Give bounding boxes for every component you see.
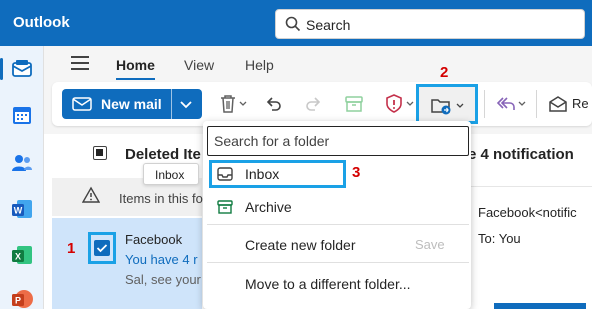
folder-search-input[interactable]: [214, 133, 454, 149]
move-folder-icon: [431, 96, 467, 119]
menu-item-label: Archive: [245, 199, 292, 215]
report-icon[interactable]: [384, 94, 416, 117]
svg-text:P: P: [15, 296, 21, 306]
search-box[interactable]: Search: [275, 9, 585, 39]
reply-all-icon[interactable]: [494, 94, 528, 117]
undo-icon[interactable]: [264, 94, 284, 117]
tooltip-text: Inbox: [155, 168, 185, 182]
people-icon[interactable]: [11, 152, 33, 174]
warning-icon: [81, 186, 101, 207]
excel-icon[interactable]: X: [11, 244, 33, 266]
split-divider: [171, 89, 172, 119]
tab-home[interactable]: Home: [116, 57, 155, 80]
new-mail-label: New mail: [101, 96, 162, 112]
search-icon: [285, 16, 301, 35]
folder-search-field[interactable]: [207, 126, 469, 156]
toolbar-divider: [484, 90, 485, 118]
hamburger-menu-icon[interactable]: [71, 56, 89, 74]
step-2-marker: 2: [440, 64, 449, 81]
redo-icon: [303, 94, 323, 117]
menu-item-archive[interactable]: Archive: [207, 192, 469, 222]
move-to-button[interactable]: [416, 84, 478, 124]
svg-text:X: X: [15, 252, 21, 262]
toolbar-divider: [536, 90, 537, 118]
reply-button-label[interactable]: Re: [572, 96, 589, 111]
step-1-marker: 1: [67, 240, 76, 257]
chevron-down-icon[interactable]: [179, 97, 193, 114]
reading-pane-button[interactable]: [494, 303, 586, 309]
select-all-checkbox[interactable]: [93, 146, 107, 160]
menu-divider: [207, 262, 469, 263]
menu-item-inbox[interactable]: Inbox: [207, 159, 469, 189]
message-checkbox[interactable]: [94, 240, 110, 256]
folder-title: Deleted Ite: [125, 146, 201, 163]
archive-icon[interactable]: [344, 94, 364, 117]
archive-icon: [217, 199, 233, 218]
menu-divider: [207, 224, 469, 225]
calendar-icon[interactable]: [11, 104, 33, 126]
mail-icon[interactable]: [11, 58, 33, 80]
create-new-folder[interactable]: Create new folder: [245, 237, 356, 253]
envelope-icon: [72, 97, 92, 114]
reading-pane-from: Facebook<notific: [478, 205, 577, 220]
app-title: Outlook: [13, 14, 70, 31]
save-button: Save: [415, 237, 445, 252]
powerpoint-icon[interactable]: P: [11, 288, 33, 309]
step-3-marker: 3: [352, 164, 361, 181]
menu-item-label: Inbox: [245, 166, 280, 182]
move-to-different-folder[interactable]: Move to a different folder...: [245, 276, 411, 292]
reading-pane-title: e 4 notification: [468, 146, 574, 163]
inbox-icon: [217, 166, 233, 185]
message-preview: Sal, see your: [125, 272, 201, 287]
tab-view[interactable]: View: [184, 57, 214, 73]
reading-pane-to: To: You: [478, 231, 521, 246]
app-rail: [0, 46, 44, 309]
message-subject: You have 4 r: [125, 252, 198, 267]
notice-text: Items in this fo: [119, 191, 203, 206]
tooltip: Inbox: [143, 163, 199, 185]
rail-active-indicator: [0, 58, 3, 80]
word-icon[interactable]: W: [11, 198, 33, 220]
svg-text:W: W: [14, 206, 23, 216]
tab-help[interactable]: Help: [245, 57, 274, 73]
delete-icon[interactable]: [218, 94, 248, 117]
message-sender: Facebook: [125, 232, 183, 247]
new-mail-button[interactable]: New mail: [62, 89, 202, 119]
search-label: Search: [306, 17, 351, 33]
read-unread-icon[interactable]: [548, 94, 568, 117]
